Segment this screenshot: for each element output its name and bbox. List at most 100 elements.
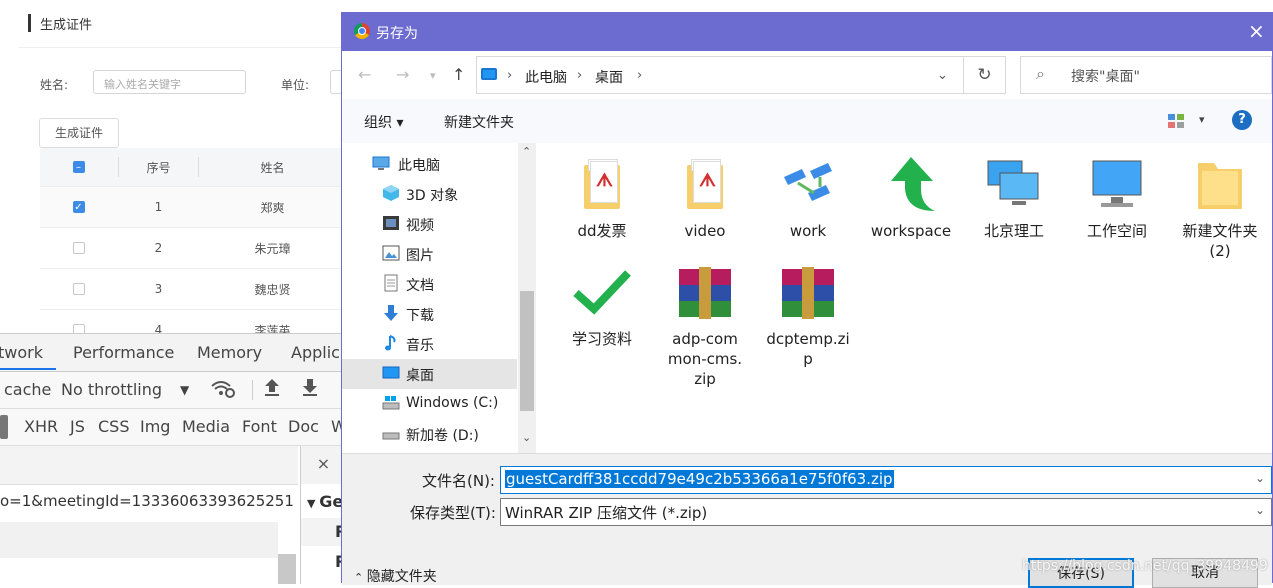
request-list-scrollbar[interactable] <box>278 554 296 584</box>
dialog-toolbar: 组织 ▾ 新建文件夹 ▾ ? <box>342 99 1272 144</box>
recent-locations-chevron-icon[interactable]: ▾ <box>430 69 436 82</box>
new-folder-button[interactable]: 新建文件夹 <box>444 112 514 132</box>
file-item-work[interactable]: work <box>758 155 858 241</box>
file-item-dcptemp-zip[interactable]: dcptemp.zip <box>758 263 858 369</box>
dialog-title-bar[interactable]: 另存为 × <box>342 13 1272 51</box>
file-item-dd-invoice[interactable]: ᗑ dd发票 <box>552 155 652 241</box>
invert-filter-toggle[interactable] <box>0 415 8 439</box>
hide-folders-toggle[interactable]: ⌃ 隐藏文件夹 <box>354 566 437 586</box>
nav-item-desktop[interactable]: 桌面 <box>342 359 517 389</box>
file-item-study-materials[interactable]: 学习资料 <box>552 263 652 349</box>
chevron-down-icon[interactable]: ▼ <box>180 383 189 397</box>
general-section-header[interactable]: ▼ Ge <box>307 492 343 511</box>
nav-item-3d-objects[interactable]: 3D 对象 <box>342 179 517 209</box>
row-checkbox[interactable]: ✓ <box>72 201 85 213</box>
forward-arrow-icon[interactable]: → <box>396 65 409 84</box>
chevron-right-icon[interactable]: › <box>507 68 512 83</box>
computer-icon <box>372 154 390 172</box>
nav-item-pictures[interactable]: 图片 <box>342 239 517 269</box>
address-bar[interactable]: › 此电脑 › 桌面 › ⌄ <box>476 56 964 94</box>
wifi-settings-icon[interactable] <box>210 378 236 404</box>
filetype-value: WinRAR ZIP 压缩文件 (*.zip) <box>505 504 708 522</box>
chevron-down-icon[interactable]: ⌄ <box>1255 503 1265 517</box>
column-header-name[interactable]: 姓名 <box>200 148 345 186</box>
filter-media[interactable]: Media <box>182 417 230 436</box>
nav-item-videos[interactable]: 视频 <box>342 209 517 239</box>
filename-input[interactable]: guestCardff381ccdd79e49c2b53366a1e75f0f6… <box>500 466 1272 494</box>
row-checkbox[interactable] <box>72 283 85 295</box>
filename-label: 文件名(N): <box>422 472 495 490</box>
save-options: 文件名(N): guestCardff381ccdd79e49c2b53366a… <box>342 453 1272 588</box>
row-number: 2 <box>154 241 163 255</box>
tab-network[interactable]: twork <box>0 343 43 362</box>
file-item-bit[interactable]: 北京理工 <box>964 155 1064 241</box>
chevron-down-icon[interactable]: ⌄ <box>522 431 531 444</box>
devtools-tabs: twork Performance Memory Applica <box>0 334 345 372</box>
breadcrumb-desktop[interactable]: 桌面 <box>595 67 623 87</box>
chevron-right-icon[interactable]: › <box>637 68 642 83</box>
filter-css[interactable]: CSS <box>98 417 129 436</box>
chevron-right-icon[interactable]: › <box>577 68 582 83</box>
cube-icon <box>382 184 400 202</box>
generate-certificate-button[interactable]: 生成证件 <box>39 118 119 148</box>
up-arrow-icon[interactable]: ↑ <box>452 65 465 84</box>
table-row[interactable]: 2 朱元璋 <box>40 228 345 269</box>
save-as-dialog: 另存为 × ← → ▾ ↑ › 此电脑 › 桌面 › ⌄ ↻ 搜索"桌面" ⌕ … <box>341 12 1273 588</box>
import-har-icon[interactable] <box>262 376 282 402</box>
tab-memory[interactable]: Memory <box>197 343 262 362</box>
select-all-checkbox[interactable]: – <box>72 161 85 173</box>
file-list: ᗑ dd发票 ᗑ video work workspace 北京理工 工作空间 … <box>536 143 1272 453</box>
filter-doc[interactable]: Doc <box>288 417 319 436</box>
chevron-down-icon[interactable]: ▾ <box>1199 113 1205 126</box>
export-har-icon[interactable] <box>300 376 320 402</box>
filter-font[interactable]: Font <box>242 417 277 436</box>
search-input[interactable]: 搜索"桌面" <box>1020 56 1272 94</box>
request-row[interactable]: o=1&meetingId=13336063393625251 <box>0 492 294 510</box>
file-item-new-folder-2[interactable]: 新建文件夹 (2) <box>1170 155 1270 261</box>
address-history-chevron-icon[interactable]: ⌄ <box>937 68 948 83</box>
nav-item-downloads[interactable]: 下载 <box>342 299 517 329</box>
row-checkbox[interactable] <box>72 242 85 254</box>
help-icon[interactable]: ? <box>1232 110 1252 130</box>
computer-icon <box>1087 155 1147 215</box>
throttling-select[interactable]: No throttling <box>61 380 162 399</box>
scrollbar-thumb[interactable] <box>520 291 534 411</box>
filter-js[interactable]: JS <box>70 417 85 436</box>
filetype-select[interactable]: WinRAR ZIP 压缩文件 (*.zip) ⌄ <box>500 498 1272 526</box>
organize-menu[interactable]: 组织 ▾ <box>364 112 403 132</box>
tab-application[interactable]: Applica <box>291 343 345 362</box>
file-item-adp-common-cms-zip[interactable]: adp-common-cms.zip <box>655 263 755 389</box>
file-label: 工作空间 <box>1086 222 1147 240</box>
breadcrumb-this-pc[interactable]: 此电脑 <box>525 67 567 87</box>
close-icon[interactable]: × <box>300 446 345 485</box>
close-icon[interactable]: × <box>1248 19 1265 43</box>
nav-item-music[interactable]: 音乐 <box>342 329 517 359</box>
nav-item-this-pc[interactable]: 此电脑 <box>342 149 517 179</box>
breadcrumb[interactable]: 生成证件 <box>40 14 92 33</box>
name-filter-input[interactable]: 输入姓名关键字 <box>93 70 246 94</box>
file-item-video[interactable]: ᗑ video <box>655 155 755 241</box>
nav-item-drive-c[interactable]: Windows (C:) <box>342 389 517 419</box>
disable-cache-checkbox[interactable]: cache <box>4 380 51 399</box>
filter-xhr[interactable]: XHR <box>24 417 58 436</box>
file-item-workspace[interactable]: workspace <box>861 155 961 241</box>
view-options-icon[interactable] <box>1168 113 1184 132</box>
refresh-icon[interactable]: ↻ <box>964 56 1006 94</box>
chevron-down-icon[interactable]: ⌄ <box>1255 471 1265 485</box>
file-item-workspace-cn[interactable]: 工作空间 <box>1067 155 1167 241</box>
chevron-up-icon[interactable]: ⌃ <box>522 145 531 158</box>
nav-item-documents[interactable]: 文档 <box>342 269 517 299</box>
table-row[interactable]: 3 魏忠贤 <box>40 269 345 310</box>
winrar-icon <box>675 263 735 323</box>
tab-performance[interactable]: Performance <box>73 343 174 362</box>
filter-bar: XHR JS CSS Img Media Font Doc W <box>0 409 345 446</box>
download-icon <box>382 304 400 322</box>
back-arrow-icon[interactable]: ← <box>358 65 371 84</box>
table-row[interactable]: ✓ 1 郑爽 <box>40 187 345 228</box>
nav-item-drive-d[interactable]: 新加卷 (D:) <box>342 419 517 449</box>
filter-img[interactable]: Img <box>140 417 170 436</box>
pdf-folder-icon: ᗑ <box>572 155 632 215</box>
column-header-number[interactable]: 序号 <box>120 148 197 186</box>
file-label: 新建文件夹 (2) <box>1182 222 1258 260</box>
row-name: 魏忠贤 <box>254 282 291 297</box>
